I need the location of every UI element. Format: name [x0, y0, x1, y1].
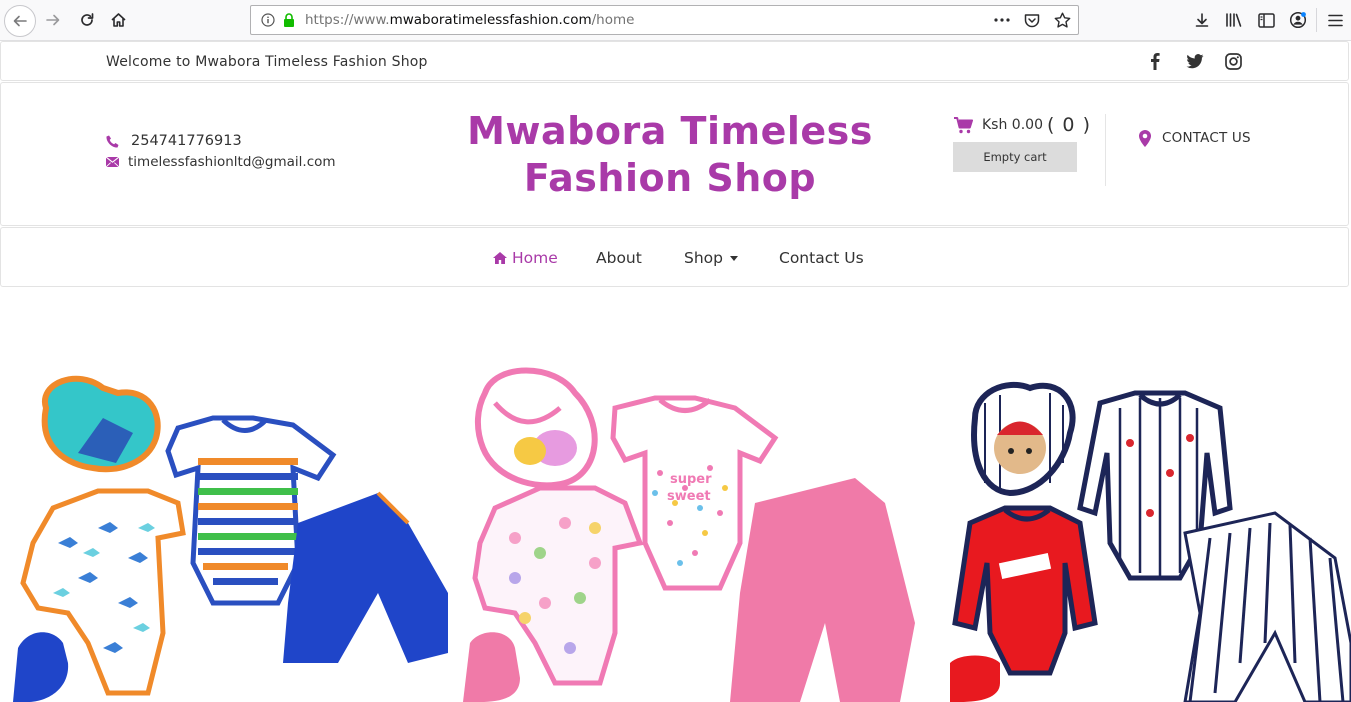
instagram-icon[interactable]	[1222, 50, 1244, 72]
url-prefix: https://www.	[305, 12, 390, 28]
url-path: /home	[591, 12, 635, 28]
address-bar[interactable]: https://www.mwaboratimelessfashion.com/h…	[250, 5, 1079, 35]
header-divider	[1105, 114, 1106, 186]
forward-button[interactable]	[38, 6, 68, 34]
facebook-icon[interactable]	[1144, 50, 1166, 72]
library-icon[interactable]	[1218, 8, 1250, 32]
home-icon	[493, 251, 507, 265]
envelope-icon	[105, 155, 119, 169]
phone-contact[interactable]: 254741776913	[105, 133, 242, 149]
phone-icon	[105, 134, 119, 148]
cart-summary[interactable]: Ksh 0.00 ( 0 )	[953, 114, 1091, 136]
reload-button[interactable]	[72, 6, 102, 34]
nav-home-label: Home	[512, 249, 558, 267]
welcome-text: Welcome to Mwabora Timeless Fashion Shop	[106, 54, 428, 70]
twitter-icon[interactable]	[1184, 50, 1206, 72]
shop-title[interactable]: Mwabora Timeless Fashion Shop	[465, 108, 875, 202]
cart-count: ( 0 )	[1046, 114, 1091, 136]
account-icon[interactable]	[1282, 8, 1314, 32]
nav-contact-label: Contact Us	[779, 249, 864, 267]
star-icon[interactable]	[1052, 9, 1072, 31]
nav-shop-dropdown[interactable]: Shop	[684, 249, 738, 267]
sidebar-icon[interactable]	[1250, 8, 1282, 32]
map-marker-icon	[1138, 129, 1152, 147]
nav-home[interactable]: Home	[493, 249, 558, 267]
svg-text:super: super	[670, 472, 712, 487]
svg-text:sweet: sweet	[667, 489, 711, 504]
forward-arrow-icon	[46, 14, 60, 26]
shop-title-line2: Fashion Shop	[523, 156, 817, 200]
contact-us-label: CONTACT US	[1162, 130, 1251, 146]
email-address: timelessfashionltd@gmail.com	[128, 154, 336, 170]
nav-about[interactable]: About	[596, 249, 642, 267]
contact-us-link[interactable]: CONTACT US	[1138, 129, 1251, 147]
product-image-shark-set[interactable]	[8, 363, 448, 702]
url-text: https://www.mwaboratimelessfashion.com/h…	[305, 12, 634, 28]
nav-contact-us[interactable]: Contact Us	[779, 249, 864, 267]
more-dots-icon[interactable]	[992, 9, 1012, 31]
cart-amount: Ksh 0.00	[982, 117, 1043, 133]
download-icon[interactable]	[1186, 8, 1218, 32]
pocket-icon[interactable]	[1022, 9, 1042, 31]
top-bar: Welcome to Mwabora Timeless Fashion Shop	[0, 41, 1349, 81]
product-gallery: super sweet	[0, 288, 1351, 702]
browser-toolbar: https://www.mwaboratimelessfashion.com/h…	[0, 0, 1351, 41]
home-button[interactable]	[103, 6, 133, 34]
product-image-bear-set[interactable]	[945, 363, 1351, 702]
nav-shop-label: Shop	[684, 249, 723, 267]
shop-title-line1: Mwabora Timeless	[467, 109, 873, 153]
back-button[interactable]	[4, 5, 36, 37]
main-navigation: Home About Shop Contact Us	[0, 227, 1349, 287]
shopping-cart-icon	[953, 115, 973, 135]
product-image-butterfly-set[interactable]: super sweet	[455, 363, 917, 702]
info-icon[interactable]	[259, 11, 277, 29]
back-arrow-icon	[13, 15, 27, 27]
nav-about-label: About	[596, 249, 642, 267]
toolbar-separator	[1316, 8, 1317, 32]
home-icon	[110, 13, 126, 27]
phone-number: 254741776913	[131, 133, 242, 149]
reload-icon	[81, 13, 94, 26]
url-host: mwaboratimelessfashion.com	[389, 12, 592, 28]
lock-icon[interactable]	[281, 11, 297, 29]
empty-cart-button[interactable]: Empty cart	[953, 142, 1077, 172]
email-contact[interactable]: timelessfashionltd@gmail.com	[105, 154, 336, 170]
hamburger-menu-icon[interactable]	[1319, 8, 1351, 32]
caret-down-icon	[730, 255, 738, 261]
site-header: 254741776913 timelessfashionltd@gmail.co…	[0, 82, 1349, 226]
